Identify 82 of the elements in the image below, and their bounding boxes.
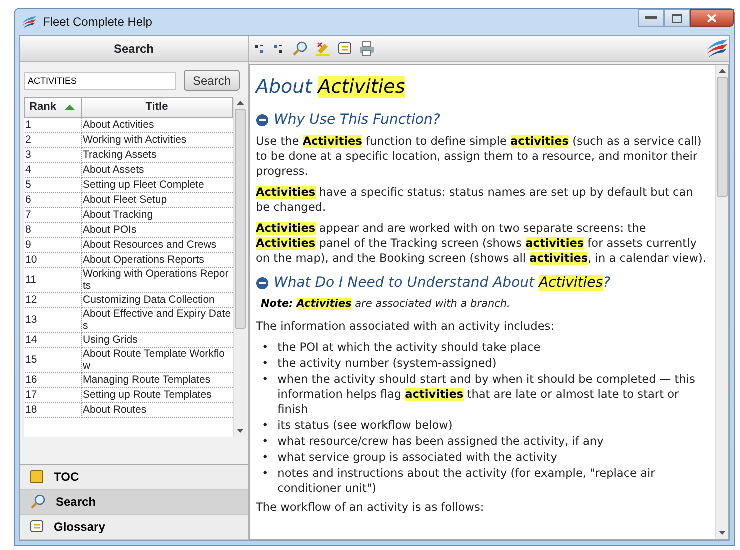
rank-cell: 13 [24,308,82,332]
close-icon [707,14,717,22]
rank-cell: 17 [24,388,82,402]
list-item: the POI at which the activity should take place [278,340,541,355]
minimize-button[interactable] [638,9,664,27]
search-button[interactable]: Search [184,70,240,91]
minimize-icon [645,16,657,20]
paragraph: The workflow of an activity is as follows: [256,500,486,515]
bullet: • [262,418,269,433]
search-field[interactable]: ACTIVITIES [24,72,176,90]
scroll-thumb[interactable] [716,77,728,197]
title-cell[interactable]: Using Grids [82,332,232,348]
rank-cell: 18 [24,402,82,418]
bullet: • [262,450,269,465]
title-cell[interactable]: About Activities [82,118,232,132]
rank-cell: 1 [24,118,82,132]
rank-cell: 9 [24,238,82,252]
rank-cell: 14 [24,332,82,348]
bullet: • [262,372,269,388]
rank-cell: 4 [24,162,82,178]
rank-cell: 6 [24,192,82,208]
title-cell[interactable]: Customizing Data Collection [82,292,232,308]
scrollbar[interactable] [715,65,728,539]
title-cell[interactable]: About Routes [82,402,232,418]
paragraph: Activities have a specific status: status names are set up by default but can be changed. [256,185,694,215]
rank-cell: 3 [24,148,82,162]
title-cell[interactable]: Tracking Assets [82,148,232,162]
rank-cell: 11 [24,268,82,292]
collapse-icon[interactable] [256,114,269,126]
title-cell[interactable]: About POIs [82,222,232,238]
collapse-icon[interactable] [256,276,269,290]
list-item: what resource/crew has been assigned the activity, if any [278,434,604,449]
rank-cell: 2 [24,132,82,148]
sort-icon [64,104,76,111]
logo-icon [21,14,37,30]
tree-icon[interactable] [273,42,285,54]
highlighter-icon[interactable] [315,40,331,56]
maximize-button[interactable] [664,9,690,27]
maximize-icon [672,14,682,22]
rank-cell: 8 [24,222,82,238]
bullet: • [262,340,269,355]
title-cell[interactable]: About Fleet Setup [82,192,232,208]
rank-cell: 5 [24,178,82,192]
topic-title: About Activities [256,75,406,99]
glossary-icon [30,520,44,534]
title-cell[interactable]: About Operations Reports [82,252,232,268]
tree-icon[interactable] [254,42,266,54]
list-item: what service group is associated with the activity [278,450,558,465]
section-heading: Why Use This Function? [274,111,440,129]
paragraph: Use the Activities function to define simple activities (such as a service call) to be done at a specific location, assign them to a resource, and monitor their progress. [256,134,703,179]
title-cell[interactable]: Setting up Route Templates [82,388,232,402]
title-cell[interactable]: Setting up Fleet Complete [82,178,232,192]
paragraph: The information associated with an activity includes: [256,319,556,334]
search-icon[interactable] [292,40,308,56]
search-icon [30,494,46,510]
rank-cell: 10 [24,252,82,268]
column-header[interactable]: Rank [24,98,82,118]
bullet: • [262,434,269,449]
pane-header: Search [20,36,248,62]
title-cell[interactable]: About Tracking [82,208,232,222]
book-icon [30,470,44,484]
title-cell[interactable]: About Assets [82,162,232,178]
title-cell[interactable]: Working with Activities [82,132,232,148]
scroll-thumb[interactable] [234,109,246,329]
title-cell[interactable]: About Resources and Crews [82,238,232,252]
list-item: the activity number (system-assigned) [278,356,497,371]
bullet: • [262,356,269,371]
rank-cell: 12 [24,292,82,308]
rank-cell: 15 [24,348,82,372]
column-header[interactable]: Title [82,98,232,118]
window-title: Fleet Complete Help [43,14,152,31]
title-cell[interactable]: Managing Route Templates [82,372,232,388]
rank-cell: 7 [24,208,82,222]
nav-tab[interactable]: Search [20,490,248,515]
list-item: its status (see workflow below) [278,418,453,433]
print-icon[interactable] [359,40,375,56]
close-button[interactable] [690,9,734,27]
rank-cell: 16 [24,372,82,388]
paragraph: Activities appear and are worked with on two separate screens: the Activities panel of the Tracking screen (shows activities for assets currently on the map), and the Booking screen (shows all activities, in a calendar view). [256,221,707,266]
bullet: • [262,466,269,482]
list-item: notes and instructions about the activity (for example, "replace air conditioner unit") [278,466,656,496]
glossary-icon[interactable] [338,42,352,56]
